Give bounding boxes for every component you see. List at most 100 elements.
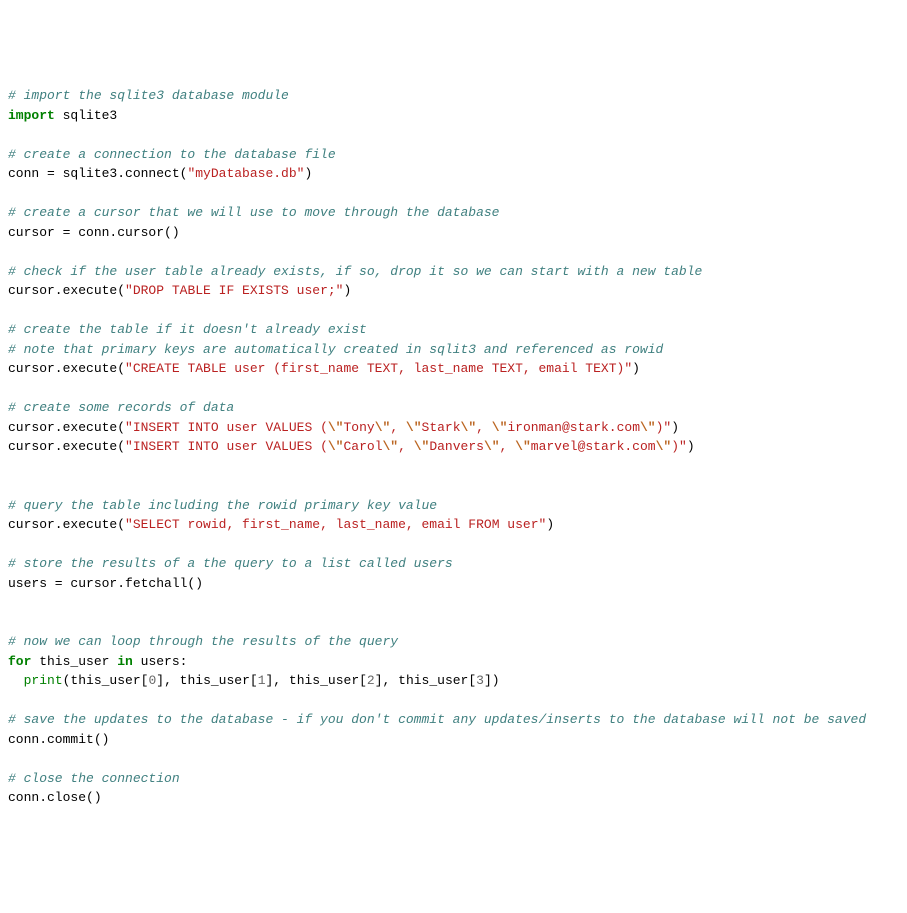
token-escape: \" [375,420,391,435]
code-line [8,749,903,769]
token-name: cursor = conn.cursor() [8,225,180,240]
comment-text: # create a connection to the database fi… [8,147,336,162]
code-line: # now we can loop through the results of… [8,632,903,652]
token-name: sqlite3 [55,108,117,123]
code-line: cursor.execute("SELECT rowid, first_name… [8,515,903,535]
code-line: print(this_user[0], this_user[1], this_u… [8,671,903,691]
token-escape: \" [484,439,500,454]
token-escape: \" [492,420,508,435]
comment-text: # query the table including the rowid pr… [8,498,437,513]
code-line [8,535,903,555]
token-name: this_user [31,654,117,669]
token-name: ) [546,517,554,532]
token-builtin: print [24,673,63,688]
token-string: )" [656,420,672,435]
token-keyword: in [117,654,133,669]
token-escape: \" [656,439,672,454]
code-editor-view: # import the sqlite3 database module impo… [8,86,903,808]
token-name: conn.close() [8,790,102,805]
code-line: for this_user in users: [8,652,903,672]
code-line [8,476,903,496]
code-line: # save the updates to the database - if … [8,710,903,730]
code-line: cursor.execute("CREATE TABLE user (first… [8,359,903,379]
token-name: ) [687,439,695,454]
token-name: cursor.execute( [8,283,125,298]
comment-text: # save the updates to the database - if … [8,712,866,727]
code-line: cursor.execute("INSERT INTO user VALUES … [8,418,903,438]
comment-text: # now we can loop through the results of… [8,634,398,649]
token-escape: \" [515,439,531,454]
token-keyword: import [8,108,55,123]
token-name [8,673,24,688]
token-name: ) [343,283,351,298]
token-name: ]) [484,673,500,688]
comment-text: # check if the user table already exists… [8,264,702,279]
code-line [8,125,903,145]
token-escape: \" [406,420,422,435]
code-line [8,457,903,477]
code-line: cursor.execute("DROP TABLE IF EXISTS use… [8,281,903,301]
token-name: cursor.execute( [8,361,125,376]
code-line: # close the connection [8,769,903,789]
token-escape: \" [383,439,399,454]
token-string: ironman@stark.com [507,420,640,435]
code-line: cursor.execute("INSERT INTO user VALUES … [8,437,903,457]
token-string: )" [671,439,687,454]
code-line [8,691,903,711]
token-name: users: [133,654,188,669]
token-name: cursor.execute( [8,517,125,532]
token-string: "myDatabase.db" [187,166,304,181]
token-string: "SELECT rowid, first_name, last_name, em… [125,517,546,532]
code-line: # create the table if it doesn't already… [8,320,903,340]
comment-text: # create a cursor that we will use to mo… [8,205,499,220]
code-line: # note that primary keys are automatical… [8,340,903,360]
code-line: conn.close() [8,788,903,808]
code-line: conn.commit() [8,730,903,750]
token-name: ) [304,166,312,181]
comment-text: # import the sqlite3 database module [8,88,289,103]
code-line: users = cursor.fetchall() [8,574,903,594]
comment-text: # close the connection [8,771,180,786]
token-string: marvel@stark.com [531,439,656,454]
token-escape: \" [328,420,344,435]
code-line [8,184,903,204]
token-string: Stark [422,420,461,435]
token-string: "DROP TABLE IF EXISTS user;" [125,283,343,298]
code-line: # store the results of a the query to a … [8,554,903,574]
token-name: cursor.execute( [8,439,125,454]
token-name: conn.commit() [8,732,109,747]
code-line: cursor = conn.cursor() [8,223,903,243]
token-name: ) [632,361,640,376]
token-number: 2 [367,673,375,688]
token-name: (this_user[ [63,673,149,688]
token-string: , [390,420,406,435]
comment-text: # note that primary keys are automatical… [8,342,663,357]
code-line: # query the table including the rowid pr… [8,496,903,516]
token-string: "CREATE TABLE user (first_name TEXT, las… [125,361,632,376]
token-escape: \" [414,439,430,454]
token-escape: \" [640,420,656,435]
token-escape: \" [461,420,477,435]
token-string: "INSERT INTO user VALUES ( [125,439,328,454]
token-name: ) [671,420,679,435]
token-string: Carol [343,439,382,454]
code-line: # create a cursor that we will use to mo… [8,203,903,223]
token-string: "INSERT INTO user VALUES ( [125,420,328,435]
code-line: # create a connection to the database fi… [8,145,903,165]
comment-text: # create the table if it doesn't already… [8,322,367,337]
code-line: # import the sqlite3 database module [8,86,903,106]
token-string: Danvers [429,439,484,454]
token-name: users = cursor.fetchall() [8,576,203,591]
code-line [8,242,903,262]
token-string: , [500,439,516,454]
code-line [8,379,903,399]
code-line: # create some records of data [8,398,903,418]
code-line: # check if the user table already exists… [8,262,903,282]
code-line: import sqlite3 [8,106,903,126]
token-string: , [476,420,492,435]
token-escape: \" [328,439,344,454]
token-string: , [398,439,414,454]
token-keyword: for [8,654,31,669]
code-line: conn = sqlite3.connect("myDatabase.db") [8,164,903,184]
token-name: ], this_user[ [375,673,476,688]
